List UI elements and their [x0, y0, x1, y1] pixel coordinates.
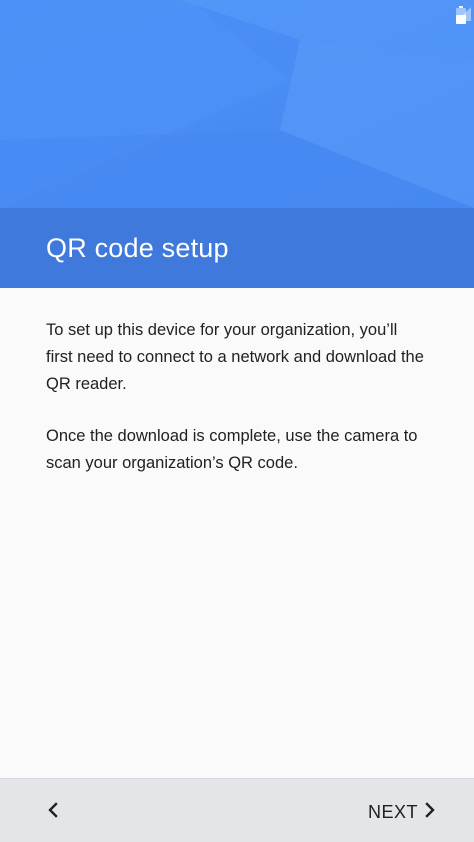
next-button[interactable]: NEXT	[368, 795, 436, 829]
hero-background-art	[0, 0, 474, 208]
title-band: QR code setup	[0, 208, 474, 288]
next-button-label: NEXT	[367, 801, 418, 822]
instructions-content: To set up this device for your organizat…	[0, 288, 474, 778]
chevron-right-icon	[424, 801, 436, 824]
qr-setup-screen: QR code setup To set up this device for …	[0, 0, 474, 842]
instruction-paragraph-2: Once the download is complete, use the c…	[46, 427, 418, 472]
back-button[interactable]	[36, 795, 70, 829]
page-title: QR code setup	[46, 232, 229, 263]
chevron-left-icon	[47, 801, 59, 824]
instruction-paragraph-1: To set up this device for your organizat…	[46, 321, 424, 393]
bottom-navigation-bar: NEXT	[0, 778, 474, 842]
hero-banner	[0, 0, 474, 208]
